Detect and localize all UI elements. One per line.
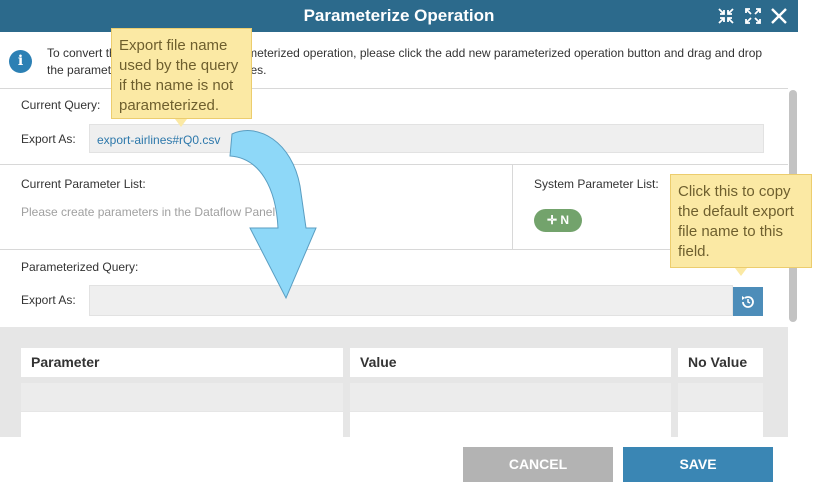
- dialog-title: Parameterize Operation: [303, 6, 495, 25]
- column-header-value[interactable]: Value: [350, 348, 671, 377]
- table-row[interactable]: [21, 412, 343, 437]
- current-export-field: export-airlines#rQ0.csv: [89, 124, 764, 153]
- export-name-tooltip: Export file name used by the query if th…: [111, 28, 252, 119]
- parameterized-query-label: Parameterized Query:: [21, 260, 139, 274]
- table-row[interactable]: [678, 383, 763, 411]
- move-icon: ✛: [546, 213, 558, 227]
- column-header-parameter[interactable]: Parameter: [21, 348, 343, 377]
- parameterized-export-field[interactable]: [89, 285, 733, 316]
- divider: [0, 164, 788, 165]
- current-export-label: Export As:: [21, 132, 76, 146]
- table-row[interactable]: [350, 383, 671, 411]
- parameterized-export-label: Export As:: [21, 293, 76, 307]
- save-button[interactable]: SAVE: [623, 447, 773, 482]
- table-row[interactable]: [350, 412, 671, 437]
- current-query-label: Current Query:: [21, 98, 101, 112]
- info-icon: i: [9, 50, 32, 73]
- table-row[interactable]: [21, 383, 343, 411]
- tooltip-pointer: [735, 268, 747, 276]
- cancel-button[interactable]: CANCEL: [463, 447, 613, 482]
- collapse-icon[interactable]: [716, 6, 736, 26]
- table-row[interactable]: [678, 412, 763, 437]
- copy-default-tooltip-text: Click this to copy the default export fi…: [678, 183, 794, 260]
- export-name-tooltip-text: Export file name used by the query if th…: [119, 37, 239, 114]
- copy-default-name-button[interactable]: [733, 287, 763, 316]
- badge-label: N: [560, 213, 570, 227]
- guide-arrow-icon: [229, 130, 317, 300]
- current-parameter-list-label: Current Parameter List:: [21, 177, 146, 191]
- column-divider: [512, 165, 513, 249]
- system-parameter-list-label: System Parameter List:: [534, 177, 659, 191]
- system-parameter-badge[interactable]: ✛ N: [534, 209, 582, 232]
- history-icon: [742, 296, 754, 308]
- expand-icon[interactable]: [743, 6, 763, 26]
- close-icon[interactable]: [769, 6, 789, 26]
- tooltip-pointer: [175, 119, 187, 127]
- copy-default-tooltip: Click this to copy the default export fi…: [670, 174, 812, 268]
- column-header-no-value[interactable]: No Value: [678, 348, 763, 377]
